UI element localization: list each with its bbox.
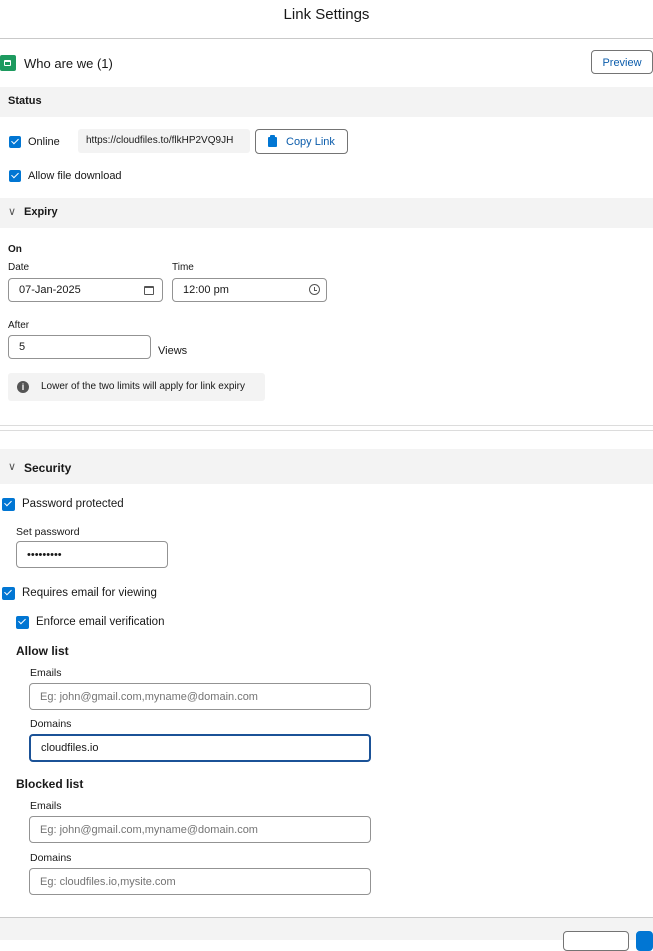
- clock-icon[interactable]: [309, 284, 320, 295]
- date-label: Date: [8, 262, 30, 273]
- chevron-down-icon: ∨: [8, 206, 17, 218]
- password-protected-label: Password protected: [22, 498, 124, 510]
- requires-email-checkbox[interactable]: [2, 587, 15, 600]
- allow-download-checkbox[interactable]: [9, 170, 21, 182]
- divider: [0, 425, 653, 426]
- divider: [0, 430, 653, 431]
- expiry-on-label: On: [8, 244, 22, 255]
- security-section-header[interactable]: ∨ Security: [0, 449, 653, 484]
- enforce-verification-label: Enforce email verification: [36, 616, 165, 628]
- blocked-domains-label: Domains: [30, 852, 72, 864]
- after-label: After: [8, 320, 30, 331]
- allow-domains-input[interactable]: [29, 734, 371, 762]
- preview-button[interactable]: Preview: [591, 50, 653, 74]
- views-input[interactable]: [8, 335, 151, 359]
- allow-emails-input[interactable]: [29, 683, 371, 710]
- calendar-icon[interactable]: [144, 286, 154, 295]
- allow-domains-label: Domains: [30, 718, 72, 730]
- requires-email-label: Requires email for viewing: [22, 587, 157, 599]
- record-title: Who are we (1): [24, 56, 113, 71]
- expiry-section-header[interactable]: ∨ Expiry: [0, 198, 653, 228]
- expiry-info-box: i Lower of the two limits will apply for…: [8, 373, 265, 401]
- cancel-button[interactable]: [563, 931, 629, 951]
- save-button[interactable]: [636, 931, 653, 951]
- password-input[interactable]: [16, 541, 168, 568]
- modal-title: Link Settings: [283, 6, 370, 23]
- copy-link-label: Copy Link: [286, 136, 335, 148]
- security-heading: Security: [24, 461, 72, 475]
- expiry-info-text: Lower of the two limits will apply for l…: [41, 381, 245, 392]
- views-unit-label: Views: [158, 345, 188, 357]
- set-password-label: Set password: [16, 526, 80, 538]
- time-input[interactable]: [172, 278, 327, 302]
- expiry-heading: Expiry: [24, 206, 58, 218]
- modal-footer: [0, 917, 653, 940]
- blocked-domains-input[interactable]: [29, 868, 371, 895]
- allow-download-label: Allow file download: [28, 170, 122, 182]
- date-input[interactable]: [8, 278, 163, 302]
- status-heading: Status: [8, 95, 42, 107]
- status-section-header: Status: [0, 87, 653, 117]
- allow-list-heading: Allow list: [16, 644, 69, 658]
- info-icon: i: [17, 381, 29, 393]
- time-label: Time: [172, 262, 194, 273]
- share-link-url: https://cloudfiles.to/flkHP2VQ9JH: [86, 135, 234, 146]
- allow-emails-label: Emails: [30, 667, 62, 679]
- chevron-down-icon: ∨: [8, 461, 17, 473]
- share-link-field: https://cloudfiles.to/flkHP2VQ9JH: [78, 129, 250, 153]
- blocked-list-heading: Blocked list: [16, 777, 84, 791]
- password-protected-checkbox[interactable]: [2, 498, 15, 511]
- online-label: Online: [28, 136, 60, 148]
- blocked-emails-label: Emails: [30, 800, 62, 812]
- copy-link-button[interactable]: Copy Link: [255, 129, 348, 154]
- document-icon: [0, 55, 16, 71]
- header-divider: [0, 38, 653, 39]
- clipboard-icon: [268, 135, 277, 147]
- footer-divider: [0, 917, 653, 918]
- enforce-verification-checkbox[interactable]: [16, 616, 29, 629]
- blocked-emails-input[interactable]: [29, 816, 371, 843]
- online-checkbox[interactable]: [9, 136, 21, 148]
